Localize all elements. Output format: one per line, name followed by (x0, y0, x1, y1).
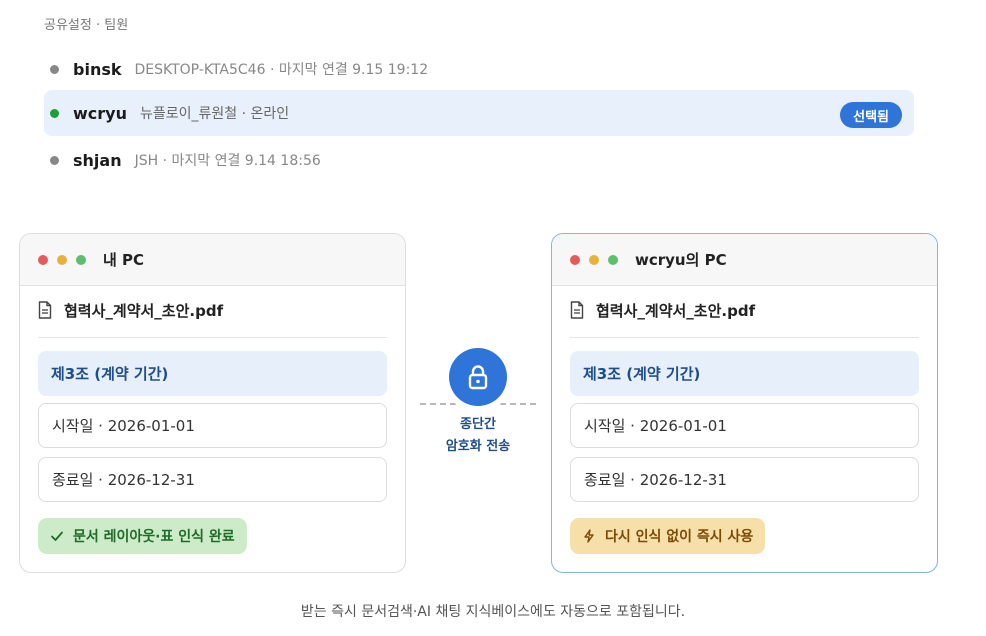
member-name: shjan (73, 150, 122, 170)
encryption-label: 종단간 암호화 전송 (418, 414, 538, 458)
lock-icon (468, 365, 488, 390)
online-status-dot (50, 108, 59, 118)
offline-status-dot (50, 155, 59, 165)
instant-use-badge: 다시 인식 없이 즉시 사용 (570, 518, 766, 554)
section-label: 공유설정 · 팀원 (44, 18, 129, 33)
status-text: 다시 인식 없이 즉시 사용 (605, 529, 754, 545)
section-heading: 제3조 (계약 기간) (38, 351, 387, 396)
member-name: binsk (73, 59, 122, 79)
member-detail: 뉴플로이_류원철 · 온라인 (139, 106, 290, 122)
minimize-dot-icon (57, 254, 67, 265)
document-icon (38, 301, 52, 319)
window-title: 내 PC (103, 251, 145, 269)
footer-note: 받는 즉시 문서검색·AI 채팅 지식베이스에도 자동으로 포함됩니다. (300, 604, 686, 620)
status-text: 문서 레이아웃·표 인식 완료 (73, 529, 235, 545)
minimize-dot-icon (589, 254, 599, 265)
end-date-field: 종료일 · 2026-12-31 (570, 457, 919, 502)
member-name: wcryu (73, 103, 127, 123)
local-pc-window: 내 PC 협력사_계약서_초안.pdf 제3조 (계약 기간) 시작일 · 20… (19, 233, 406, 573)
window-titlebar: 내 PC (20, 234, 405, 286)
file-name: 협력사_계약서_초안.pdf (596, 302, 756, 320)
document-icon (570, 301, 584, 319)
offline-status-dot (50, 64, 59, 74)
member-detail: DESKTOP-KTA5C46 · 마지막 연결 9.15 19:12 (134, 62, 429, 78)
remote-pc-window: wcryu의 PC 협력사_계약서_초안.pdf 제3조 (계약 기간) 시작일… (551, 233, 938, 573)
end-date-field: 종료일 · 2026-12-31 (38, 457, 387, 502)
encryption-label-line1: 종단간 (460, 417, 496, 432)
encryption-label-line2: 암호화 전송 (445, 439, 511, 454)
maximize-dot-icon (608, 254, 618, 265)
window-title: wcryu의 PC (635, 251, 727, 269)
lightning-icon (584, 529, 594, 543)
recognition-complete-badge: 문서 레이아웃·표 인식 완료 (38, 518, 247, 554)
member-row-binsk[interactable]: binsk DESKTOP-KTA5C46 · 마지막 연결 9.15 19:1… (44, 46, 914, 92)
close-dot-icon (570, 254, 580, 265)
file-row[interactable]: 협력사_계약서_초안.pdf (38, 300, 387, 338)
encryption-lock-badge (449, 348, 507, 406)
maximize-dot-icon (76, 254, 86, 265)
file-row[interactable]: 협력사_계약서_초안.pdf (570, 300, 919, 338)
member-row-shjan[interactable]: shjan JSH · 마지막 연결 9.14 18:56 (44, 137, 914, 183)
start-date-field: 시작일 · 2026-01-01 (38, 403, 387, 448)
close-dot-icon (38, 254, 48, 265)
section-heading: 제3조 (계약 기간) (570, 351, 919, 396)
selected-badge: 선택됨 (840, 102, 902, 128)
file-name: 협력사_계약서_초안.pdf (64, 302, 224, 320)
start-date-field: 시작일 · 2026-01-01 (570, 403, 919, 448)
member-detail: JSH · 마지막 연결 9.14 18:56 (134, 153, 321, 169)
member-row-wcryu[interactable]: wcryu 뉴플로이_류원철 · 온라인 선택됨 (44, 90, 914, 136)
check-icon (51, 531, 63, 541)
window-titlebar: wcryu의 PC (552, 234, 937, 286)
